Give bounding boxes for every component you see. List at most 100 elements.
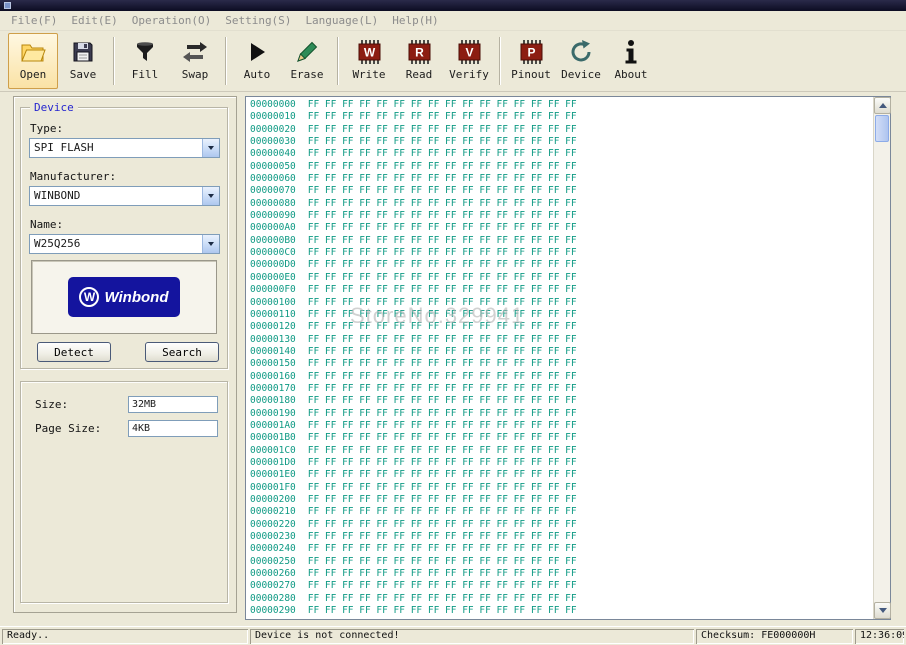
name-dropdown-button[interactable] — [202, 235, 219, 253]
hex-row: 00000010 FF FF FF FF FF FF FF FF FF FF FF… — [250, 111, 872, 123]
swap-button[interactable]: Swap — [170, 33, 220, 89]
toolbar-button-label: Verify — [449, 68, 489, 81]
hex-address: 000001F0 — [250, 481, 296, 493]
hex-address: 00000220 — [250, 518, 296, 530]
hex-bytes: FF FF FF FF FF FF FF FF FF FF FF FF FF F… — [307, 568, 577, 580]
hex-address: 00000020 — [250, 123, 296, 135]
manufacturer-combobox[interactable]: WINBOND — [29, 186, 220, 206]
hex-address: 00000030 — [250, 136, 296, 148]
erase-button[interactable]: Erase — [282, 33, 332, 89]
winbond-logo: W Winbond — [68, 277, 180, 317]
write-button[interactable]: W Write — [344, 33, 394, 89]
hex-row: 00000090 FF FF FF FF FF FF FF FF FF FF FF… — [250, 210, 872, 222]
name-combobox[interactable]: W25Q256 — [29, 234, 220, 254]
hex-bytes: FF FF FF FF FF FF FF FF FF FF FF FF FF F… — [307, 605, 577, 617]
hex-row: 00000250 FF FF FF FF FF FF FF FF FF FF FF… — [250, 556, 872, 568]
name-label: Name: — [30, 218, 64, 231]
hex-bytes: FF FF FF FF FF FF FF FF FF FF FF FF FF F… — [307, 555, 577, 567]
save-floppy-icon — [69, 38, 97, 66]
chip-write-icon: W — [355, 38, 383, 66]
hex-address: 00000260 — [250, 568, 296, 580]
hex-bytes: FF FF FF FF FF FF FF FF FF FF FF FF FF F… — [307, 271, 577, 283]
hex-bytes: FF FF FF FF FF FF FF FF FF FF FF FF FF F… — [307, 469, 577, 481]
size-field[interactable]: 32MB — [128, 396, 218, 413]
hex-bytes: FF FF FF FF FF FF FF FF FF FF FF FF FF F… — [307, 222, 577, 234]
hex-content[interactable]: 00000000 FF FF FF FF FF FF FF FF FF FF FF… — [250, 99, 872, 617]
toolbar-button-label: Save — [69, 68, 97, 81]
manufacturer-value: WINBOND — [34, 189, 81, 202]
hex-row: 00000270 FF FF FF FF FF FF FF FF FF FF FF… — [250, 580, 872, 592]
hex-row: 00000230 FF FF FF FF FF FF FF FF FF FF FF… — [250, 531, 872, 543]
hex-row: 00000050 FF FF FF FF FF FF FF FF FF FF FF… — [250, 161, 872, 173]
hex-bytes: FF FF FF FF FF FF FF FF FF FF FF FF FF F… — [307, 259, 577, 271]
hex-address: 00000150 — [250, 358, 296, 370]
size-groupbox: Size: 32MB Page Size: 4KB — [20, 381, 228, 603]
type-dropdown-button[interactable] — [202, 139, 219, 157]
hex-row: 000000D0 FF FF FF FF FF FF FF FF FF FF FF… — [250, 259, 872, 271]
auto-button[interactable]: Auto — [232, 33, 282, 89]
scrollbar-thumb[interactable] — [875, 115, 889, 142]
hex-bytes: FF FF FF FF FF FF FF FF FF FF FF FF FF F… — [307, 99, 577, 110]
menu-setting[interactable]: Setting(S) — [218, 14, 298, 27]
chip-pinout-icon: P — [517, 38, 545, 66]
hex-row: 00000220 FF FF FF FF FF FF FF FF FF FF FF… — [250, 519, 872, 531]
hex-bytes: FF FF FF FF FF FF FF FF FF FF FF FF FF F… — [307, 419, 577, 431]
page-size-field[interactable]: 4KB — [128, 420, 218, 437]
menu-edit[interactable]: Edit(E) — [64, 14, 124, 27]
hex-bytes: FF FF FF FF FF FF FF FF FF FF FF FF FF F… — [307, 481, 577, 493]
about-button[interactable]: About — [606, 33, 656, 89]
hex-row: 000000C0 FF FF FF FF FF FF FF FF FF FF FF… — [250, 247, 872, 259]
chip-read-icon: R — [405, 38, 433, 66]
hex-address: 00000070 — [250, 185, 296, 197]
toolbar-separator — [499, 37, 501, 85]
statusbar: Ready.. Device is not connected! Checksu… — [0, 626, 906, 645]
hex-address: 000000A0 — [250, 222, 296, 234]
type-combobox[interactable]: SPI FLASH — [29, 138, 220, 158]
pinout-button[interactable]: P Pinout — [506, 33, 556, 89]
hex-row: 00000040 FF FF FF FF FF FF FF FF FF FF FF… — [250, 148, 872, 160]
hex-bytes: FF FF FF FF FF FF FF FF FF FF FF FF FF F… — [307, 173, 577, 185]
titlebar[interactable] — [0, 0, 906, 11]
hex-address: 00000170 — [250, 382, 296, 394]
hex-bytes: FF FF FF FF FF FF FF FF FF FF FF FF FF F… — [307, 148, 577, 160]
hex-address: 000001E0 — [250, 469, 296, 481]
about-info-icon — [617, 38, 645, 66]
hex-bytes: FF FF FF FF FF FF FF FF FF FF FF FF FF F… — [307, 382, 577, 394]
menu-file[interactable]: File(F) — [4, 14, 64, 27]
hex-bytes: FF FF FF FF FF FF FF FF FF FF FF FF FF F… — [307, 395, 577, 407]
fill-button[interactable]: Fill — [120, 33, 170, 89]
hex-row: 000000F0 FF FF FF FF FF FF FF FF FF FF FF… — [250, 284, 872, 296]
toolbar-button-label: Fill — [131, 68, 159, 81]
menu-help[interactable]: Help(H) — [385, 14, 445, 27]
vertical-scrollbar[interactable] — [873, 97, 891, 619]
detect-button[interactable]: Detect — [37, 342, 111, 362]
window-icon — [4, 2, 11, 9]
type-value: SPI FLASH — [34, 141, 94, 154]
toolbar-button-label: Pinout — [511, 68, 551, 81]
status-ready: Ready.. — [2, 629, 248, 644]
hex-address: 00000140 — [250, 345, 296, 357]
hex-address: 00000290 — [250, 605, 296, 617]
scroll-down-button[interactable] — [874, 602, 891, 619]
size-row: Size: 32MB — [35, 396, 218, 413]
hex-address: 00000180 — [250, 395, 296, 407]
menu-language[interactable]: Language(L) — [298, 14, 385, 27]
device-button[interactable]: Device — [556, 33, 606, 89]
hex-bytes: FF FF FF FF FF FF FF FF FF FF FF FF FF F… — [307, 531, 577, 543]
read-button[interactable]: R Read — [394, 33, 444, 89]
hex-address: 00000230 — [250, 531, 296, 543]
manufacturer-dropdown-button[interactable] — [202, 187, 219, 205]
open-button[interactable]: Open — [8, 33, 58, 89]
hex-bytes: FF FF FF FF FF FF FF FF FF FF FF FF FF F… — [307, 432, 577, 444]
scroll-up-button[interactable] — [874, 97, 891, 114]
save-button[interactable]: Save — [58, 33, 108, 89]
hex-row: 00000110 FF FF FF FF FF FF FF FF FF FF FF… — [250, 309, 872, 321]
arrow-up-icon — [878, 103, 887, 108]
search-button[interactable]: Search — [145, 342, 219, 362]
menu-operation[interactable]: Operation(O) — [125, 14, 218, 27]
toolbar: Open Save Fill Swap Auto Erase W Write R Read V Ver… — [0, 31, 906, 92]
hex-address: 00000040 — [250, 148, 296, 160]
hex-address: 00000200 — [250, 494, 296, 505]
hex-row: 000000B0 FF FF FF FF FF FF FF FF FF FF FF… — [250, 235, 872, 247]
verify-button[interactable]: V Verify — [444, 33, 494, 89]
